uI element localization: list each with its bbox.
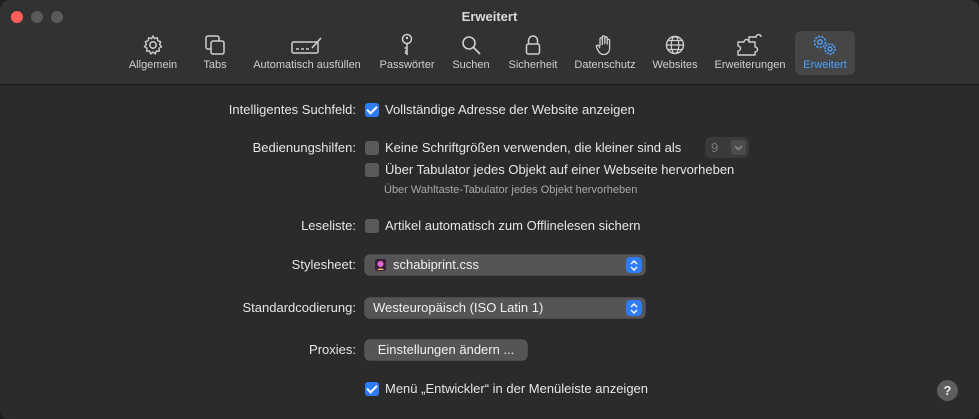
tab-label: Datenschutz — [574, 59, 636, 71]
help-button[interactable]: ? — [937, 380, 958, 401]
font-size-value: 9 — [711, 140, 719, 155]
lock-icon — [524, 33, 542, 57]
tab-label: Tabs — [203, 59, 227, 71]
puzzle-icon — [735, 33, 765, 57]
tab-label: Erweiterungen — [714, 59, 786, 71]
hand-icon — [595, 33, 615, 57]
title-bar: Erweitert Allgemein Tabs Automatisch aus… — [0, 0, 979, 85]
tab-allgemein[interactable]: Allgemein — [124, 31, 182, 75]
updown-arrows-icon — [626, 257, 642, 273]
css-file-icon — [374, 258, 387, 272]
settings-panel: Intelligentes Suchfeld: Vollständige Adr… — [0, 85, 979, 419]
accessibility-label: Bedienungshilfen: — [252, 140, 356, 155]
tab-tabs[interactable]: Tabs — [197, 31, 233, 75]
stylesheet-label: Stylesheet: — [291, 257, 356, 272]
full-address-checkbox[interactable] — [365, 103, 379, 117]
tab-passwoerter[interactable]: Passwörter — [376, 31, 438, 75]
reading-list-label: Leseliste: — [301, 218, 356, 233]
tab-label: Automatisch ausfüllen — [253, 59, 361, 71]
min-font-size-option: Keine Schriftgrößen verwenden, die klein… — [385, 140, 682, 155]
proxies-label: Proxies: — [309, 342, 356, 357]
tab-label: Passwörter — [379, 59, 435, 71]
tab-erweitert[interactable]: Erweitert — [795, 31, 855, 75]
tab-datenschutz[interactable]: Datenschutz — [569, 31, 641, 75]
stylesheet-select[interactable]: schabiprint.css — [365, 255, 645, 275]
tab-erweiterungen[interactable]: Erweiterungen — [709, 31, 791, 75]
autofill-icon — [290, 33, 324, 57]
gears-icon — [811, 33, 839, 57]
offline-reading-option: Artikel automatisch zum Offlinelesen sic… — [385, 218, 641, 233]
develop-menu-checkbox[interactable] — [365, 382, 379, 396]
stylesheet-value: schabiprint.css — [393, 257, 479, 272]
develop-menu-option: Menü „Entwickler“ in der Menüleiste anze… — [385, 381, 649, 396]
chevron-down-icon — [731, 140, 746, 155]
encoding-select[interactable]: Westeuropäisch (ISO Latin 1) — [365, 298, 645, 318]
change-settings-button[interactable]: Einstellungen ändern ... — [365, 340, 527, 360]
tab-highlight-hint: Über Wahltaste-Tabulator jedes Objekt he… — [384, 184, 638, 196]
preferences-window: Erweitert Allgemein Tabs Automatisch aus… — [0, 0, 979, 419]
tab-label: Websites — [652, 59, 698, 71]
encoding-label: Standardcodierung: — [242, 300, 356, 315]
tab-highlight-checkbox[interactable] — [365, 163, 379, 177]
tab-autofill[interactable]: Automatisch ausfüllen — [247, 31, 367, 75]
full-address-option: Vollständige Adresse der Website anzeige… — [385, 102, 635, 117]
font-size-select[interactable]: 9 — [706, 138, 748, 157]
tab-suchen[interactable]: Suchen — [449, 31, 493, 75]
tab-websites[interactable]: Websites — [649, 31, 701, 75]
encoding-value: Westeuropäisch (ISO Latin 1) — [373, 300, 544, 315]
tab-label: Suchen — [452, 59, 490, 71]
min-font-size-checkbox[interactable] — [365, 141, 379, 155]
tabs-icon — [204, 33, 226, 57]
tab-sicherheit[interactable]: Sicherheit — [503, 31, 563, 75]
magnifier-icon — [460, 33, 482, 57]
offline-reading-checkbox[interactable] — [365, 219, 379, 233]
tab-label: Sicherheit — [508, 59, 558, 71]
globe-icon — [664, 33, 686, 57]
updown-arrows-icon — [626, 300, 642, 316]
tab-label: Erweitert — [803, 59, 847, 71]
gear-icon — [142, 33, 164, 57]
window-title: Erweitert — [461, 9, 518, 24]
tab-highlight-option: Über Tabulator jedes Objekt auf einer We… — [385, 162, 735, 177]
smart-search-label: Intelligentes Suchfeld: — [228, 102, 356, 117]
tab-label: Allgemein — [128, 59, 178, 71]
key-icon — [398, 33, 416, 57]
